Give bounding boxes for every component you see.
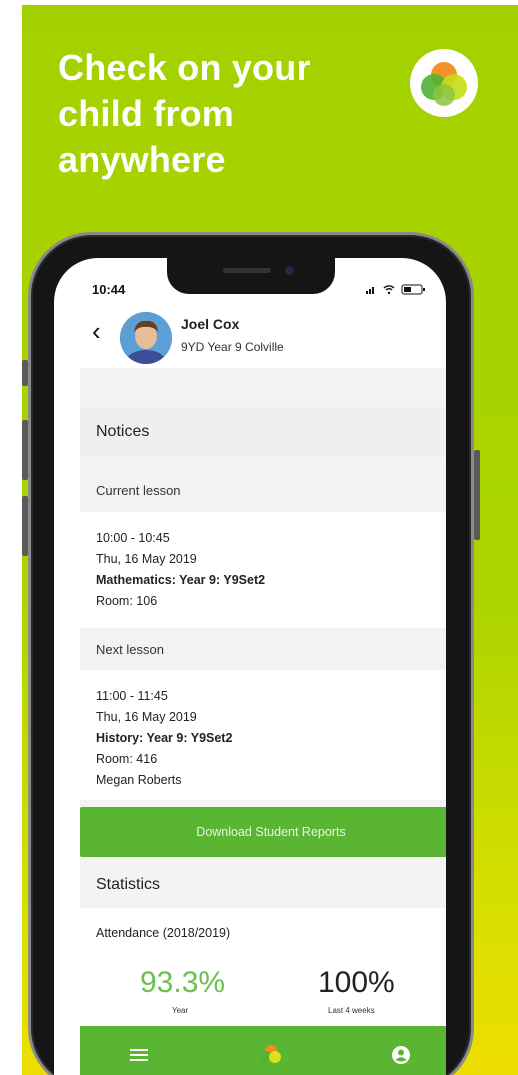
bottom-tab-bar bbox=[80, 1026, 446, 1075]
account-icon[interactable] bbox=[386, 1040, 416, 1070]
brand-logo-icon bbox=[410, 49, 478, 117]
next-lesson-subject: History: Year 9: Y9Set2 bbox=[96, 731, 233, 745]
next-lesson-teacher: Megan Roberts bbox=[96, 773, 182, 787]
next-lesson-room: Room: 416 bbox=[96, 752, 158, 766]
next-lesson-date: Thu, 16 May 2019 bbox=[96, 710, 197, 724]
student-avatar bbox=[120, 312, 172, 364]
headline-line-3: anywhere bbox=[58, 139, 226, 180]
student-header: ‹ Joel Cox 9YD Year 9 Colville bbox=[54, 302, 446, 368]
student-info: 9YD Year 9 Colville bbox=[181, 340, 284, 354]
attendance-year-value: 93.3% bbox=[140, 966, 226, 999]
download-reports-button[interactable]: Download Student Reports bbox=[80, 807, 446, 857]
next-lesson-heading: Next lesson bbox=[80, 628, 446, 670]
next-lesson-label: Next lesson bbox=[96, 641, 164, 657]
phone-power-button bbox=[474, 450, 480, 540]
current-lesson-date: Thu, 16 May 2019 bbox=[96, 552, 197, 566]
current-lesson-time: 10:00 - 10:45 bbox=[96, 531, 170, 545]
status-bar: 10:44 bbox=[54, 278, 446, 298]
attendance-recent-value: 100% bbox=[318, 966, 395, 999]
headline: Check on your child from anywhere bbox=[58, 45, 358, 183]
phone-mute-switch bbox=[22, 360, 28, 386]
student-name: Joel Cox bbox=[181, 316, 240, 332]
next-lesson-time: 11:00 - 11:45 bbox=[96, 689, 168, 703]
phone-volume-down bbox=[22, 496, 28, 556]
current-lesson-card: 10:00 - 10:45 Thu, 16 May 2019 Mathemati… bbox=[80, 512, 446, 628]
statistics-title: Statistics bbox=[96, 876, 161, 893]
current-lesson-room: Room: 106 bbox=[96, 594, 158, 608]
next-lesson-card: 11:00 - 11:45 Thu, 16 May 2019 History: … bbox=[80, 670, 446, 800]
attendance-label: Attendance (2018/2019) bbox=[96, 926, 231, 940]
phone-volume-up bbox=[22, 420, 28, 480]
back-chevron-icon[interactable]: ‹ bbox=[92, 316, 101, 347]
current-lesson-subject: Mathematics: Year 9: Y9Set2 bbox=[96, 573, 266, 587]
headline-line-1: Check on your bbox=[58, 47, 311, 88]
phone-screen: 10:44 ‹ Joel Cox 9YD Year 9 Colville Not… bbox=[54, 258, 446, 1075]
attendance-year-caption: Year bbox=[172, 1006, 189, 1015]
current-lesson-label: Current lesson bbox=[96, 482, 181, 498]
attendance-recent-caption: Last 4 weeks bbox=[328, 1006, 375, 1015]
statistics-heading: Statistics bbox=[80, 862, 446, 908]
notices-heading: Notices bbox=[80, 408, 446, 456]
speaker-grille bbox=[223, 268, 271, 273]
status-icons bbox=[366, 283, 428, 298]
app-logo-icon[interactable] bbox=[256, 1040, 286, 1070]
notices-title: Notices bbox=[96, 423, 150, 440]
headline-line-2: child from bbox=[58, 93, 235, 134]
status-time: 10:44 bbox=[92, 282, 126, 297]
menu-icon[interactable] bbox=[124, 1040, 154, 1070]
front-camera bbox=[285, 266, 294, 275]
current-lesson-heading: Current lesson bbox=[80, 468, 446, 512]
